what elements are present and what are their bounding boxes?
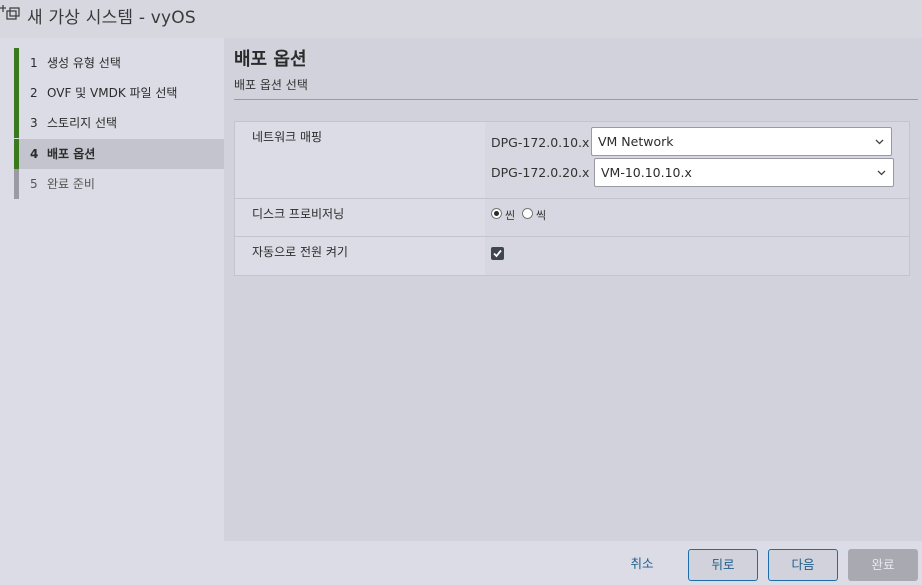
step-complete-indicator (14, 48, 19, 78)
wizard-footer: 취소 뒤로 다음 완료 (0, 541, 922, 585)
step-number: 5 (30, 177, 38, 191)
title-bar: 새 가상 시스템 - vyOS (0, 0, 922, 38)
chevron-down-icon (875, 139, 884, 145)
chevron-down-icon (877, 170, 886, 176)
back-button[interactable]: 뒤로 (688, 549, 758, 581)
step-label: 배포 옵션 (47, 147, 96, 161)
thick-radio[interactable] (522, 208, 533, 219)
disk-provisioning-value: 씬 씩 (485, 199, 909, 236)
step-label: 완료 준비 (47, 177, 95, 191)
source-network-label: DPG-172.0.10.x (491, 135, 590, 150)
wizard-steps: 1 생성 유형 선택 2 OVF 및 VMDK 파일 선택 3 스토리지 선택 … (0, 38, 224, 541)
thick-radio-label[interactable]: 씩 (536, 207, 546, 223)
thin-radio-label[interactable]: 씬 (505, 207, 515, 223)
step-complete-indicator (14, 108, 19, 138)
power-on-checkbox[interactable] (491, 247, 504, 260)
step-label: 스토리지 선택 (47, 116, 118, 130)
network-select-1[interactable]: VM Network (591, 127, 892, 156)
step-select-creation-type[interactable]: 1 생성 유형 선택 (14, 48, 224, 78)
next-button[interactable]: 다음 (768, 549, 838, 581)
page-subtitle: 배포 옵션 선택 (234, 78, 308, 92)
network-select-value: VM Network (598, 134, 674, 149)
thin-radio[interactable] (491, 208, 502, 219)
main-panel: 배포 옵션 배포 옵션 선택 네트워크 매핑 DPG-172.0.10.x VM… (224, 38, 922, 541)
page-title: 배포 옵션 (234, 49, 307, 70)
power-on-label: 자동으로 전원 켜기 (252, 245, 348, 259)
vm-add-icon (0, 5, 20, 20)
disk-provisioning-label: 디스크 프로비저닝 (252, 207, 345, 221)
step-select-storage[interactable]: 3 스토리지 선택 (14, 108, 224, 138)
power-on-value (485, 237, 909, 275)
step-deployment-options[interactable]: 4 배포 옵션 (14, 139, 224, 169)
checkmark-icon (493, 249, 502, 258)
step-complete-indicator (14, 139, 19, 169)
network-mapping-row: 네트워크 매핑 DPG-172.0.10.x VM Network DPG-17… (235, 122, 909, 199)
network-mapping-label: 네트워크 매핑 (252, 130, 323, 144)
network-select-value: VM-10.10.10.x (601, 165, 692, 180)
power-on-row: 자동으로 전원 켜기 (235, 237, 909, 275)
cancel-button[interactable]: 취소 (620, 549, 664, 581)
network-select-2[interactable]: VM-10.10.10.x (594, 158, 894, 187)
step-number: 3 (30, 116, 38, 130)
window-title: 새 가상 시스템 - vyOS (27, 8, 196, 28)
step-label: 생성 유형 선택 (47, 56, 121, 70)
step-complete-indicator (14, 78, 19, 108)
disk-provisioning-row: 디스크 프로비저닝 씬 씩 (235, 199, 909, 237)
header-divider (234, 99, 918, 100)
step-ready-to-complete[interactable]: 5 완료 준비 (14, 169, 224, 199)
step-select-ovf-files[interactable]: 2 OVF 및 VMDK 파일 선택 (14, 78, 224, 108)
step-label: OVF 및 VMDK 파일 선택 (47, 86, 178, 100)
network-mapping-value: DPG-172.0.10.x VM Network DPG-172.0.20.x… (485, 122, 909, 198)
deployment-options-grid: 네트워크 매핑 DPG-172.0.10.x VM Network DPG-17… (234, 121, 910, 276)
step-number: 4 (30, 147, 39, 161)
source-network-label: DPG-172.0.20.x (491, 165, 590, 180)
step-number: 1 (30, 56, 38, 70)
finish-button[interactable]: 완료 (848, 549, 918, 581)
step-number: 2 (30, 86, 38, 100)
step-pending-indicator (14, 169, 19, 199)
